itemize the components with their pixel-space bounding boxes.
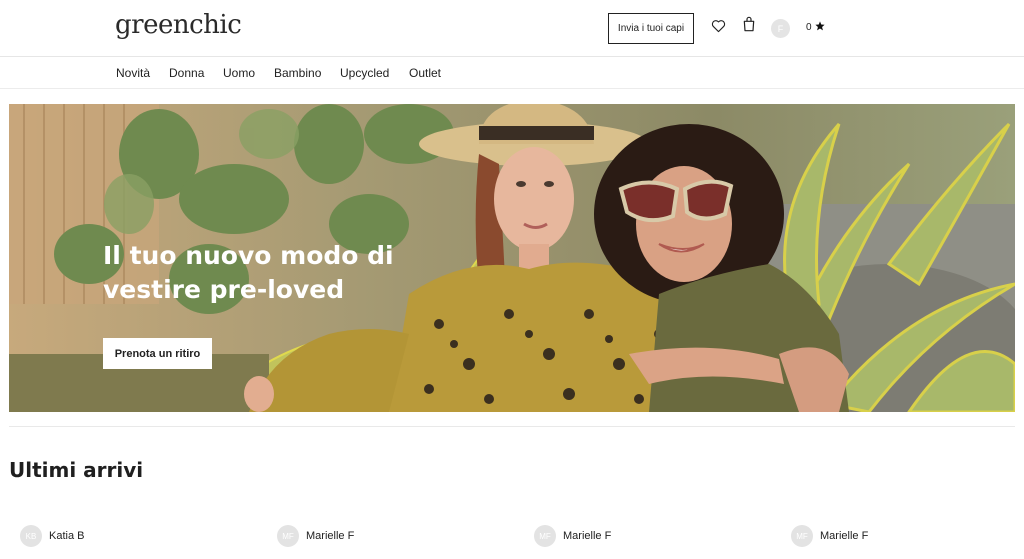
nav-item-donna[interactable]: Donna — [169, 66, 204, 80]
nav-item-bambino[interactable]: Bambino — [274, 66, 321, 80]
points-value: 0 — [806, 22, 812, 33]
nav-item-upcycled[interactable]: Upcycled — [340, 66, 389, 80]
seller-card[interactable]: MF Marielle F — [534, 525, 611, 547]
hero-title: Il tuo nuovo modo di vestire pre-loved — [103, 241, 394, 304]
site-header: greenchic Invia i tuoi capi F 0 — [0, 0, 1024, 57]
seller-avatar: MF — [277, 525, 299, 547]
seller-avatar: MF — [534, 525, 556, 547]
nav-item-novita[interactable]: Novità — [116, 66, 150, 80]
nav-item-outlet[interactable]: Outlet — [409, 66, 441, 80]
seller-card[interactable]: MF Marielle F — [791, 525, 868, 547]
seller-card[interactable]: MF Marielle F — [277, 525, 354, 547]
send-items-button[interactable]: Invia i tuoi capi — [608, 13, 694, 44]
logo[interactable]: greenchic — [115, 10, 242, 40]
heart-icon[interactable] — [710, 18, 726, 34]
seller-card[interactable]: KB Katia B — [20, 525, 84, 547]
seller-name: Marielle F — [820, 530, 869, 542]
shopping-bag-icon[interactable] — [741, 16, 757, 32]
main-nav: Novità Donna Uomo Bambino Upcycled Outle… — [0, 57, 1024, 89]
book-pickup-button[interactable]: Prenota un ritiro — [103, 338, 212, 369]
seller-name: Katia B — [49, 530, 85, 542]
section-divider — [9, 426, 1015, 427]
seller-name: Marielle F — [306, 530, 355, 542]
points-counter[interactable]: 0 — [806, 21, 825, 34]
nav-item-uomo[interactable]: Uomo — [223, 66, 255, 80]
hero-banner: Il tuo nuovo modo di vestire pre-loved P… — [9, 104, 1015, 412]
seller-avatar: KB — [20, 525, 42, 547]
user-avatar[interactable]: F — [771, 19, 790, 38]
seller-avatar: MF — [791, 525, 813, 547]
section-title: Ultimi arrivi — [9, 458, 144, 482]
star-icon — [814, 21, 825, 34]
seller-name: Marielle F — [563, 530, 612, 542]
